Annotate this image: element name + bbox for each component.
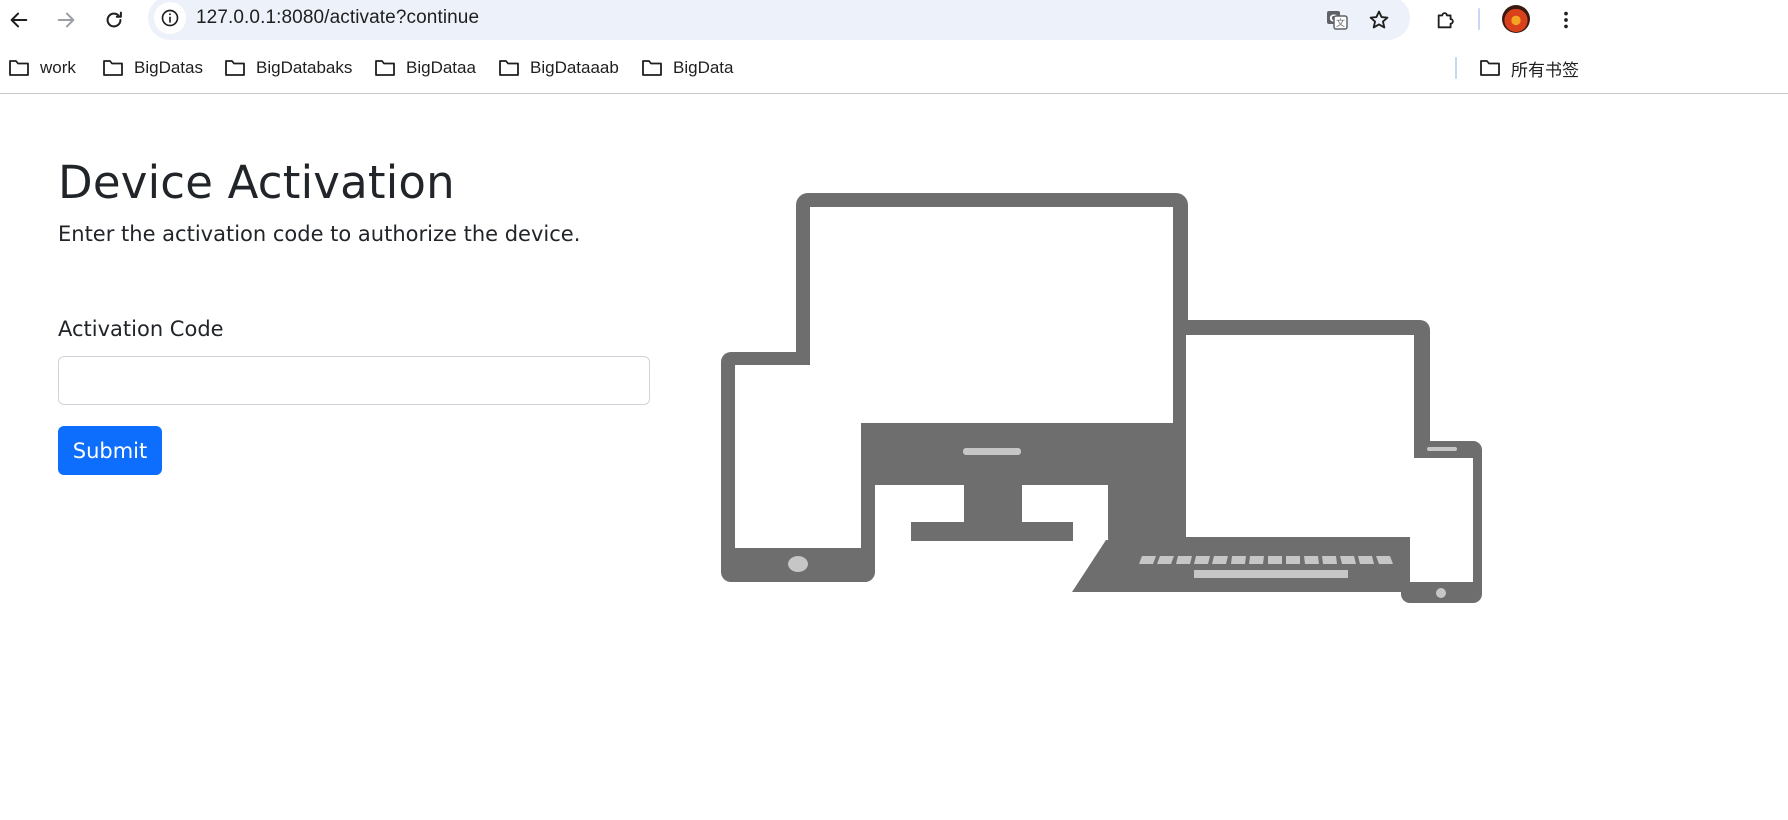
page-subtitle: Enter the activation code to authorize t… [58,222,581,246]
toolbar-separator [1478,8,1480,30]
bookmark-folder-bigdataa[interactable]: BigDataa [374,56,476,80]
laptop-base [1072,540,1456,592]
browser-menu-button[interactable] [1550,4,1582,36]
bookmark-folder-work[interactable]: work [8,56,76,80]
bookmark-folder-bigdatabaks[interactable]: BigDatabaks [224,56,352,80]
svg-text:文: 文 [1336,17,1345,29]
translate-icon: G文 [1327,11,1348,30]
bookmark-star-button[interactable] [1363,4,1395,36]
bookmark-label: BigDatas [134,58,203,77]
monitor-stand [911,522,1073,541]
bookmark-folder-bigdatas[interactable]: BigDatas [102,56,203,80]
folder-icon [225,60,245,76]
activation-code-input[interactable] [58,356,650,405]
puzzle-icon [1437,12,1454,29]
all-bookmarks-folder[interactable]: 所有书签 [1479,56,1579,80]
extensions-button[interactable] [1430,4,1462,36]
info-icon [161,9,179,27]
folder-icon [642,60,662,76]
reload-icon [106,11,122,28]
arrow-left-icon [10,12,28,28]
monitor-neck [964,480,1022,526]
forward-button[interactable] [50,4,82,36]
site-info-button[interactable] [154,2,186,34]
activation-code-label: Activation Code [58,317,224,341]
bookmark-label: 所有书签 [1511,60,1579,80]
bookmark-label: BigData [673,58,734,77]
bookmark-label: BigDataa [406,58,476,77]
bookmarks-bar: work BigDatas BigDatabaks BigDataa BigDa… [0,48,1788,88]
folder-icon [9,60,29,76]
devices-illustration [721,193,1482,603]
folder-icon [1480,60,1500,76]
chrome-divider [0,93,1788,94]
kebab-menu-icon [1564,11,1568,29]
page-title: Device Activation [58,156,455,209]
bookmarks-separator [1455,57,1457,79]
submit-button[interactable]: Submit [58,426,162,475]
back-button[interactable] [3,4,35,36]
url-text[interactable]: 127.0.0.1:8080/activate?continue [196,7,479,29]
browser-toolbar: 127.0.0.1:8080/activate?continue G文 [0,0,1788,40]
star-icon [1369,10,1389,29]
arrow-right-icon [57,12,75,28]
folder-icon [375,60,395,76]
translate-button[interactable]: G文 [1321,4,1353,36]
folder-icon [499,60,519,76]
bookmark-label: BigDatabaks [256,58,353,77]
bookmark-folder-bigdataaab[interactable]: BigDataaab [498,56,619,80]
bookmark-folder-bigdata[interactable]: BigData [641,56,733,80]
bookmark-label: BigDataaab [530,58,619,77]
bookmark-label: work [40,58,76,77]
folder-icon [103,60,123,76]
profile-avatar[interactable] [1502,5,1530,33]
reload-button[interactable] [98,4,130,36]
